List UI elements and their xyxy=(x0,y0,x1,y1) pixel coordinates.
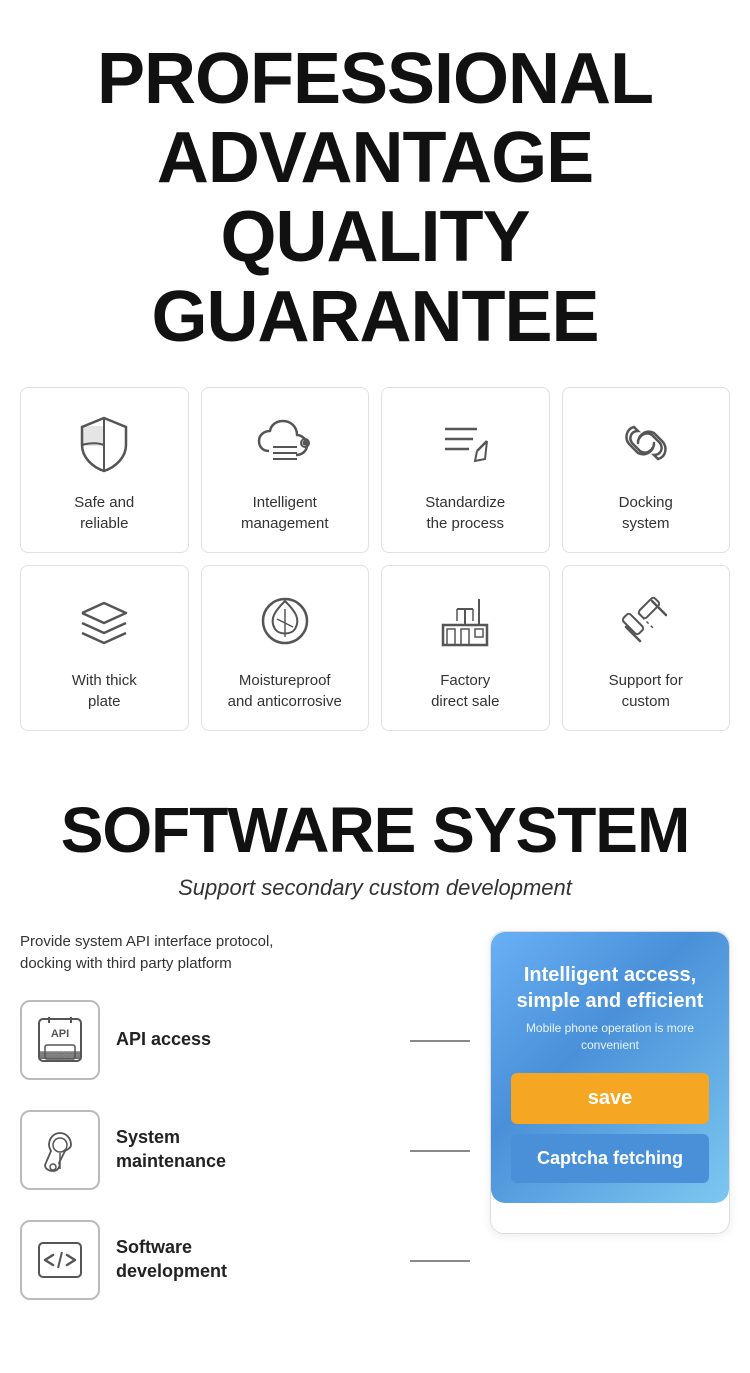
cloud-settings-icon xyxy=(255,413,315,473)
panel-footer xyxy=(491,1203,729,1233)
header-section: PROFESSIONAL ADVANTAGE QUALITY GUARANTEE xyxy=(0,0,750,387)
shield-icon xyxy=(74,413,134,473)
phone-panel-wrapper: Intelligent access,simple and efficient … xyxy=(490,931,730,1235)
card-custom: Support forcustom xyxy=(562,565,731,731)
factory-icon-area xyxy=(430,586,500,656)
card-docking: Dockingsystem xyxy=(562,387,731,553)
card-factory: Factorydirect sale xyxy=(381,565,550,731)
panel-title: Intelligent access,simple and efficient xyxy=(511,962,709,1014)
software-right: Intelligent access,simple and efficient … xyxy=(490,931,730,1235)
custom-label: Support forcustom xyxy=(609,670,683,712)
code-icon xyxy=(35,1235,85,1285)
custom-icon-area xyxy=(611,586,681,656)
card-safe: Safe andreliable xyxy=(20,387,189,553)
features-grid: Safe andreliable Intelligentmanagement xyxy=(0,387,750,763)
standardize-icon-area xyxy=(430,408,500,478)
card-standardize: Standardizethe process xyxy=(381,387,550,553)
dev-line xyxy=(410,1260,470,1262)
safe-icon-area xyxy=(69,408,139,478)
leaf-drop-icon xyxy=(255,591,315,651)
title-line3: QUALITY GUARANTEE xyxy=(151,197,598,356)
intelligent-label: Intelligentmanagement xyxy=(241,492,329,534)
feature-api: API ▓▓▓▓▓▓▓▓ API access xyxy=(20,1000,470,1080)
moistureproof-label: Moistureproofand anticorrosive xyxy=(228,670,342,712)
factory-icon xyxy=(435,591,495,651)
provide-text: Provide system API interface protocol,do… xyxy=(20,931,470,976)
captcha-button[interactable]: Captcha fetching xyxy=(511,1134,709,1183)
software-subtitle: Support secondary custom development xyxy=(20,875,730,901)
tools-icon xyxy=(616,591,676,651)
grid-row-2: With thickplate Moistureproofand anticor… xyxy=(20,565,730,731)
software-left: Provide system API interface protocol,do… xyxy=(20,931,470,1330)
edit-lines-icon xyxy=(435,413,495,473)
thick-label: With thickplate xyxy=(72,670,137,712)
standardize-label: Standardizethe process xyxy=(425,492,505,534)
card-intelligent: Intelligentmanagement xyxy=(201,387,370,553)
maintenance-icon-box xyxy=(20,1110,100,1190)
intelligent-icon-area xyxy=(250,408,320,478)
thick-icon-area xyxy=(69,586,139,656)
dev-label: Softwaredevelopment xyxy=(116,1236,227,1283)
software-title: SOFTWARE SYSTEM xyxy=(20,793,730,867)
software-section: SOFTWARE SYSTEM Support secondary custom… xyxy=(0,763,750,1350)
link-icon xyxy=(616,413,676,473)
feature-dev: Softwaredevelopment xyxy=(20,1220,470,1300)
maintenance-label: Systemmaintenance xyxy=(116,1126,226,1173)
api-line xyxy=(410,1040,470,1042)
docking-label: Dockingsystem xyxy=(619,492,673,534)
phone-panel: Intelligent access,simple and efficient … xyxy=(491,932,729,1204)
factory-label: Factorydirect sale xyxy=(431,670,499,712)
wrench-drop-icon xyxy=(35,1125,85,1175)
title-line2: ADVANTAGE xyxy=(157,118,593,198)
dev-icon-box xyxy=(20,1220,100,1300)
api-label: API access xyxy=(116,1028,211,1051)
save-button[interactable]: save xyxy=(511,1073,709,1124)
api-icon-box: API ▓▓▓▓▓▓▓▓ xyxy=(20,1000,100,1080)
card-moistureproof: Moistureproofand anticorrosive xyxy=(201,565,370,731)
svg-text:API: API xyxy=(51,1028,69,1040)
grid-row-1: Safe andreliable Intelligentmanagement xyxy=(20,387,730,553)
feature-maintenance: Systemmaintenance xyxy=(20,1110,470,1190)
title-line1: PROFESSIONAL xyxy=(97,39,653,119)
software-body: Provide system API interface protocol,do… xyxy=(20,931,730,1330)
svg-text:▓▓▓▓▓▓▓▓: ▓▓▓▓▓▓▓▓ xyxy=(40,1051,82,1059)
card-thick: With thickplate xyxy=(20,565,189,731)
api-icon: API ▓▓▓▓▓▓▓▓ xyxy=(35,1015,85,1065)
maintenance-line xyxy=(410,1150,470,1152)
layers-icon xyxy=(74,591,134,651)
docking-icon-area xyxy=(611,408,681,478)
moistureproof-icon-area xyxy=(250,586,320,656)
safe-label: Safe andreliable xyxy=(74,492,134,534)
page-title: PROFESSIONAL ADVANTAGE QUALITY GUARANTEE xyxy=(20,40,730,357)
panel-subtitle: Mobile phone operation is moreconvenient xyxy=(511,1020,709,1054)
